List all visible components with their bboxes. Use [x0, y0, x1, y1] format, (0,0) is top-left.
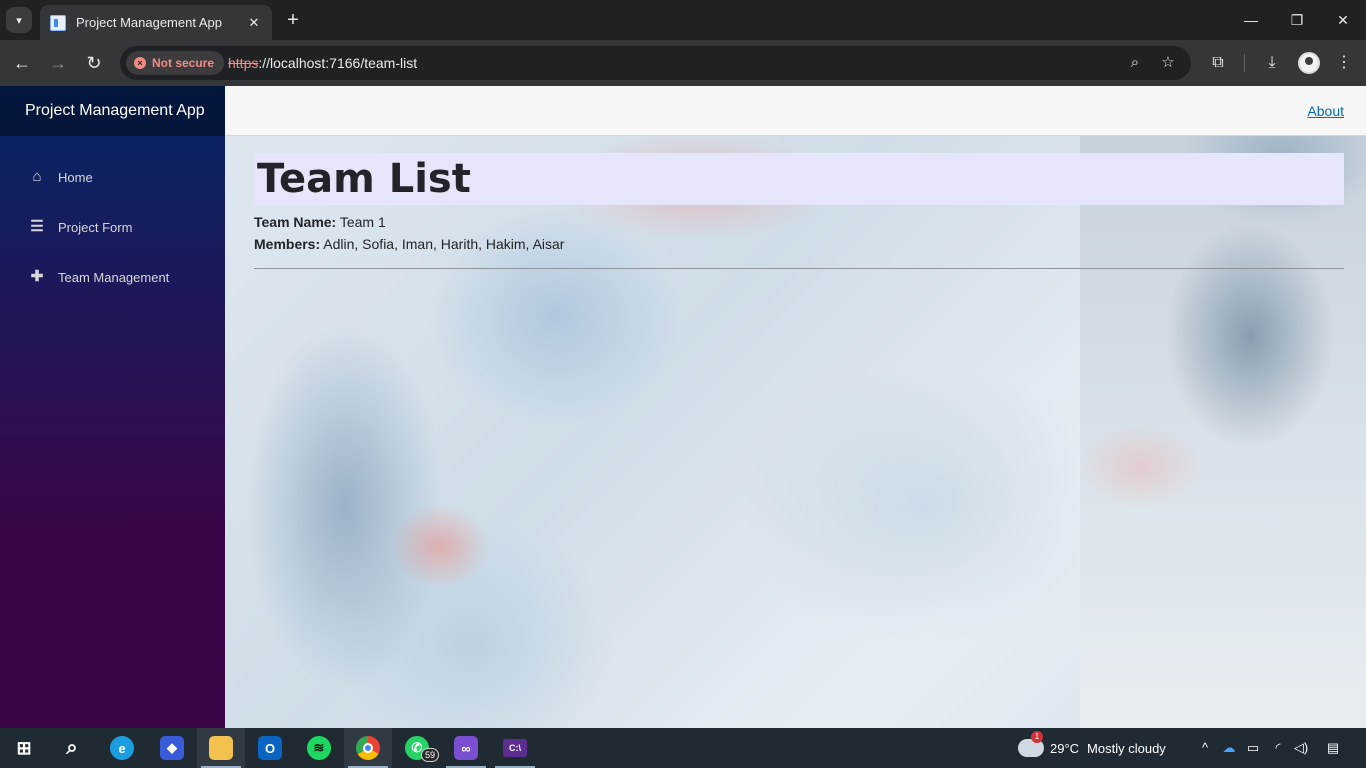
sidebar-item-label: Team Management	[58, 269, 170, 285]
zoom-icon[interactable]: ⌕	[1126, 54, 1144, 72]
back-icon[interactable]: ←	[10, 51, 34, 75]
reload-icon[interactable]: ↻	[82, 51, 106, 75]
url-scheme: https	[228, 55, 259, 71]
battery-icon[interactable]: ▭	[1243, 728, 1263, 768]
security-chip[interactable]: × Not secure	[126, 51, 225, 75]
restore-icon[interactable]: ❐	[1274, 8, 1320, 32]
wifi-icon[interactable]: ◜	[1268, 728, 1288, 768]
window-close-icon[interactable]: ✕	[1320, 8, 1366, 32]
browser-tabstrip: ▾ Project Management App ✕ + — ❐ ✕	[0, 0, 1366, 40]
volume-icon[interactable]: ◁)	[1291, 728, 1311, 768]
new-tab-icon[interactable]: +	[283, 9, 303, 31]
toolbar-divider	[1244, 54, 1245, 72]
favicon-icon	[50, 14, 66, 31]
team-name-value: Team 1	[339, 214, 386, 230]
forward-icon[interactable]: →	[46, 51, 70, 75]
sidebar-nav: ⌂ Home ☰ Project Form ✚ Team Management	[0, 136, 225, 302]
tab-title: Project Management App	[76, 15, 222, 30]
list-icon: ☰	[30, 218, 44, 235]
browser-tab-active[interactable]: Project Management App ✕	[40, 5, 272, 40]
address-bar[interactable]: × Not secure https://localhost:7166/team…	[120, 46, 1191, 80]
file-explorer-icon[interactable]	[197, 728, 245, 768]
copilot-icon[interactable]: ◆	[148, 728, 196, 768]
taskbar: ⊞ ⌕ e ◆ O ≋ ✆ 59 ∞ C:\ 1 29°C Mostly clo…	[0, 728, 1366, 768]
team-name-label: Team Name:	[254, 214, 337, 230]
cloud-icon: 1	[1018, 731, 1044, 757]
onedrive-icon[interactable]: ☁	[1219, 728, 1239, 768]
url-path: ://localhost:7166/team-list	[258, 55, 418, 71]
menu-kebab-icon[interactable]: ⋮	[1333, 52, 1355, 74]
sidebar: Project Management App ⌂ Home ☰ Project …	[0, 86, 225, 728]
visual-studio-icon[interactable]: ∞	[442, 728, 490, 768]
weather-badge: 1	[1031, 731, 1043, 743]
team-name-row: Team Name: Team 1	[254, 214, 1344, 230]
brand-bar: Project Management App	[0, 86, 225, 136]
about-link[interactable]: About	[1307, 103, 1344, 119]
close-icon[interactable]: ✕	[246, 15, 262, 31]
search-icon[interactable]: ⌕	[48, 728, 96, 768]
url-text[interactable]: https://localhost:7166/team-list	[228, 55, 417, 71]
warning-icon: ×	[134, 57, 146, 69]
divider	[254, 268, 1344, 269]
members-label: Members:	[254, 236, 321, 252]
sidebar-item-project-form[interactable]: ☰ Project Form	[0, 202, 225, 252]
sidebar-item-team-management[interactable]: ✚ Team Management	[0, 252, 225, 302]
whatsapp-icon[interactable]: ✆ 59	[393, 728, 441, 768]
chrome-icon[interactable]	[344, 728, 392, 768]
plus-icon: ✚	[30, 268, 44, 285]
sidebar-item-home[interactable]: ⌂ Home	[0, 152, 225, 202]
top-row: About	[225, 86, 1366, 136]
members-row: Members: Adlin, Sofia, Iman, Harith, Hak…	[254, 236, 1344, 252]
browser-toolbar: ← → ↻ × Not secure https://localhost:716…	[0, 40, 1366, 86]
download-icon[interactable]: ⤓	[1261, 52, 1283, 74]
main-content: About Team List Team Name: Team 1 Member…	[225, 86, 1366, 728]
terminal-icon[interactable]: C:\	[491, 728, 539, 768]
team-list-section: Team List Team Name: Team 1 Members: Adl…	[254, 153, 1344, 269]
edge-icon[interactable]: e	[98, 728, 146, 768]
home-icon: ⌂	[32, 168, 42, 185]
tab-search-icon[interactable]: ▾	[6, 7, 32, 33]
weather-widget[interactable]: 1 29°C Mostly cloudy	[1018, 728, 1166, 768]
weather-temperature: 29°C	[1050, 740, 1080, 756]
weather-description: Mostly cloudy	[1087, 740, 1166, 756]
minimize-icon[interactable]: —	[1228, 8, 1274, 32]
members-value: Adlin, Sofia, Iman, Harith, Hakim, Aisar	[323, 236, 565, 252]
notification-badge: 59	[421, 748, 439, 762]
app-brand[interactable]: Project Management App	[25, 102, 205, 120]
bookmark-star-icon[interactable]: ☆	[1159, 54, 1177, 72]
page-title: Team List	[254, 153, 1344, 205]
windows-start-icon[interactable]: ⊞	[0, 728, 48, 768]
spotify-icon[interactable]: ≋	[295, 728, 343, 768]
notifications-icon[interactable]: ▤	[1322, 728, 1344, 768]
not-secure-label: Not secure	[152, 56, 215, 70]
page-viewport: Project Management App ⌂ Home ☰ Project …	[0, 86, 1366, 728]
chevron-up-icon[interactable]: ^	[1196, 728, 1214, 768]
outlook-icon[interactable]: O	[246, 728, 294, 768]
sidebar-item-label: Project Form	[58, 219, 133, 235]
profile-avatar[interactable]	[1298, 52, 1320, 74]
extensions-icon[interactable]: ⧉	[1207, 52, 1229, 74]
sidebar-item-label: Home	[58, 169, 93, 185]
